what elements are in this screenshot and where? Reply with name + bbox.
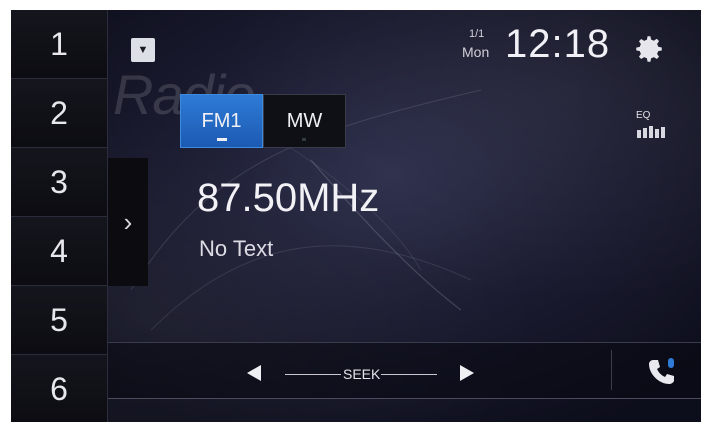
- triangle-right-icon[interactable]: [456, 362, 478, 384]
- dropdown-icon: ▼: [137, 44, 149, 56]
- source-dropdown-button[interactable]: ▼: [131, 38, 155, 62]
- band-tab-label: MW: [286, 109, 323, 132]
- active-indicator: [217, 138, 227, 141]
- eq-icon: [637, 126, 665, 138]
- band-tabs: FM1 MW: [180, 94, 346, 148]
- phone-divider: [611, 350, 612, 390]
- seek-line-left: [285, 374, 341, 375]
- preset-6-button[interactable]: 6: [11, 355, 107, 422]
- radio-text: No Text: [199, 236, 274, 261]
- date-display: 1/1: [469, 28, 485, 40]
- band-tab-fm1[interactable]: FM1: [180, 94, 263, 148]
- preset-5-button[interactable]: 5: [11, 286, 107, 355]
- chevron-right-icon: ›: [123, 206, 133, 237]
- preset-2-button[interactable]: 2: [11, 79, 107, 148]
- triangle-left-icon[interactable]: [243, 362, 265, 384]
- eq-button[interactable]: EQ: [636, 110, 672, 140]
- inactive-indicator: [302, 138, 306, 141]
- preset-list: 1 2 3 4 5 6: [11, 10, 107, 422]
- day-display: Mon: [462, 44, 490, 60]
- radio-screen: Radio 1 2 3 4 5 6 › ▼ FM1 MW 87.50MHz No…: [11, 10, 701, 422]
- band-tab-mw[interactable]: MW: [263, 94, 346, 148]
- seek-label: SEEK: [343, 366, 381, 382]
- gear-icon[interactable]: [632, 32, 666, 66]
- expand-panel-button[interactable]: ›: [108, 158, 148, 286]
- preset-3-button[interactable]: 3: [11, 148, 107, 217]
- frequency-display: 87.50MHz: [197, 176, 380, 220]
- preset-4-button[interactable]: 4: [11, 217, 107, 286]
- preset-1-button[interactable]: 1: [11, 10, 107, 79]
- seek-line-right: [381, 374, 437, 375]
- band-tab-label: FM1: [201, 109, 242, 132]
- phone-bluetooth-icon[interactable]: [645, 356, 677, 388]
- bottom-bar-underline: [108, 398, 701, 399]
- bottom-control-bar: [108, 343, 701, 399]
- clock-display: 12:18: [505, 22, 611, 66]
